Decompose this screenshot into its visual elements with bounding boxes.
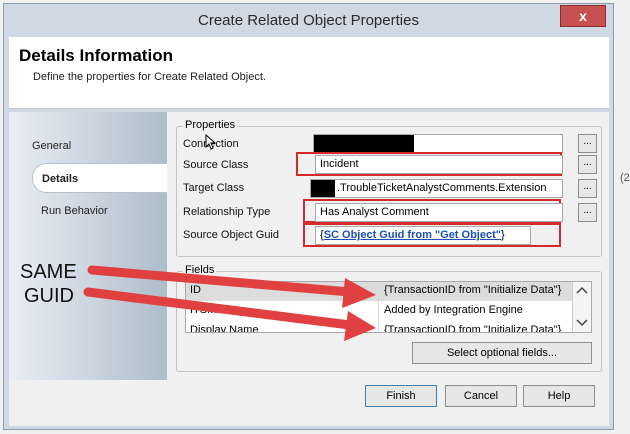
field-key: ID bbox=[190, 284, 201, 296]
target-class-field[interactable]: .TroubleTicketAnalystComments.Extension bbox=[310, 179, 563, 198]
table-row[interactable]: ITSMNotes Added by Integration Engine bbox=[186, 302, 576, 321]
fields-grid: ID {TransactionID from "Initialize Data"… bbox=[185, 281, 592, 333]
target-class-browse-button[interactable]: ... bbox=[578, 179, 597, 198]
help-button[interactable]: Help bbox=[523, 385, 595, 407]
window-title: Create Related Object Properties bbox=[198, 12, 419, 29]
edge-fragment: (2 bbox=[620, 172, 630, 184]
nav-item-run-behavior[interactable]: Run Behavior bbox=[41, 205, 108, 217]
field-key: ITSMNotes bbox=[190, 304, 246, 316]
fields-group-label: Fields bbox=[183, 264, 217, 276]
source-object-guid-label: Source Object Guid bbox=[183, 229, 279, 241]
target-class-value: .TroubleTicketAnalystComments.Extension bbox=[337, 182, 547, 194]
nav-item-general[interactable]: General bbox=[32, 140, 71, 152]
page-title: Details Information bbox=[19, 46, 173, 65]
source-class-label: Source Class bbox=[183, 159, 249, 171]
guid-close-brace: } bbox=[500, 229, 505, 241]
fields-scrollbar[interactable] bbox=[572, 282, 591, 332]
page-subtitle: Define the properties for Create Related… bbox=[33, 71, 266, 83]
field-key: Display Name bbox=[190, 324, 259, 333]
wizard-nav bbox=[9, 112, 167, 380]
field-value: {TransactionID from "Initialize Data"} bbox=[384, 324, 562, 333]
footer-bar bbox=[9, 380, 609, 426]
mouse-cursor-icon bbox=[205, 133, 217, 150]
annotation-text: SAME GUID bbox=[20, 260, 77, 308]
source-object-guid-field[interactable]: {SC Object Guid from "Get Object"} bbox=[315, 226, 531, 245]
field-value: {TransactionID from "Initialize Data"} bbox=[384, 284, 562, 296]
relationship-type-browse-button[interactable]: ... bbox=[578, 203, 597, 222]
properties-group-label: Properties bbox=[183, 119, 238, 131]
scroll-up-icon[interactable] bbox=[576, 286, 588, 294]
source-class-field[interactable]: Incident bbox=[315, 155, 563, 174]
target-class-label: Target Class bbox=[183, 182, 245, 194]
finish-button[interactable]: Finish bbox=[365, 385, 437, 407]
guid-link[interactable]: SC Object Guid from "Get Object" bbox=[324, 229, 501, 241]
cancel-button[interactable]: Cancel bbox=[445, 385, 517, 407]
close-button[interactable]: x bbox=[560, 5, 606, 27]
details-header: Details Information Define the propertie… bbox=[9, 37, 609, 109]
connection-field[interactable] bbox=[313, 134, 563, 153]
redacted-block bbox=[311, 180, 335, 197]
annotation-line-1: SAME bbox=[20, 261, 77, 283]
annotation-line-2: GUID bbox=[24, 285, 74, 307]
relationship-type-label: Relationship Type bbox=[183, 206, 271, 218]
column-divider bbox=[378, 282, 379, 332]
close-icon: x bbox=[579, 8, 587, 24]
title-bar: Create Related Object Properties x bbox=[4, 4, 613, 36]
nav-item-details[interactable]: Details bbox=[42, 173, 78, 185]
table-row[interactable]: Display Name {TransactionID from "Initia… bbox=[186, 322, 576, 333]
connection-browse-button[interactable]: ... bbox=[578, 134, 597, 153]
relationship-type-field[interactable]: Has Analyst Comment bbox=[315, 203, 563, 222]
source-class-browse-button[interactable]: ... bbox=[578, 155, 597, 174]
redacted-block bbox=[314, 135, 414, 152]
scroll-down-icon[interactable] bbox=[576, 319, 588, 327]
table-row[interactable]: ID {TransactionID from "Initialize Data"… bbox=[186, 282, 576, 301]
select-optional-fields-button[interactable]: Select optional fields... bbox=[412, 342, 592, 364]
field-value: Added by Integration Engine bbox=[384, 304, 523, 316]
